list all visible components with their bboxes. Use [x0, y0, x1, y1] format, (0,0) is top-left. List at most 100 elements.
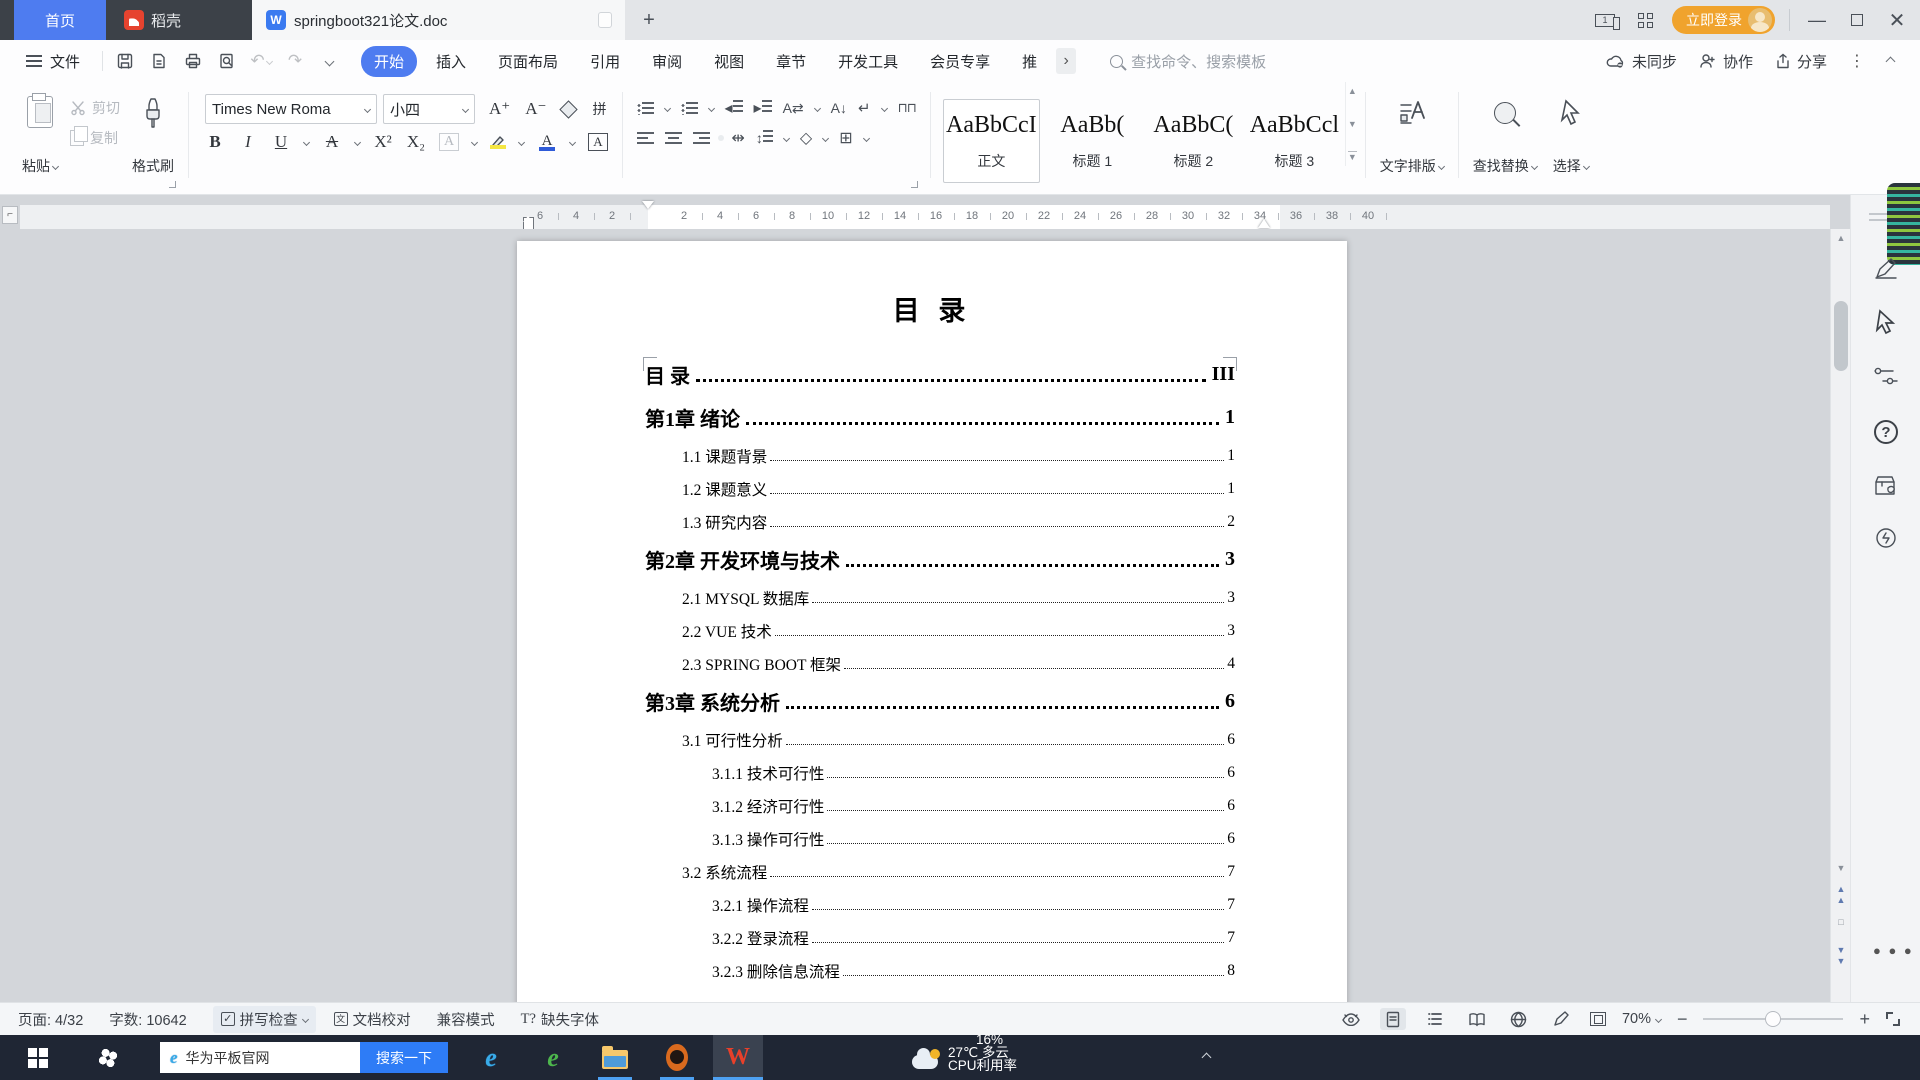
menu-tab-会员专享[interactable]: 会员专享 [917, 46, 1003, 77]
toc-entry[interactable]: 第1章 绪论1 [645, 396, 1235, 439]
find-replace-button[interactable]: 查找替换 [1465, 92, 1545, 180]
charles-app-icon[interactable] [654, 1035, 700, 1080]
strikethrough-button[interactable]: A [322, 132, 342, 152]
dialog-launcher[interactable] [911, 181, 918, 188]
pinyin-guide-icon[interactable]: 拼 [590, 99, 610, 119]
share-button[interactable]: 分享 [1775, 51, 1827, 72]
eye-protect-icon[interactable] [1338, 1008, 1364, 1030]
command-search[interactable]: 查找命令、搜索模板 [1110, 51, 1266, 72]
font-name-select[interactable]: Times New Roma [205, 94, 377, 124]
tab-home[interactable]: 首页 [14, 0, 106, 40]
highlight-color-button[interactable] [490, 135, 506, 149]
tab-stop-selector[interactable]: ⌐ [2, 206, 18, 224]
bullets-icon[interactable] [637, 102, 654, 115]
toc-entry[interactable]: 3.1 可行性分析6 [645, 723, 1235, 756]
minimize-button[interactable]: — [1804, 7, 1830, 33]
collaborate-button[interactable]: 协作 [1699, 51, 1753, 72]
more-tools-icon[interactable]: ● ● ● [1873, 943, 1914, 958]
spellcheck-toggle[interactable]: ✓ 拼写检查 [213, 1006, 316, 1033]
menu-tab-页面布局[interactable]: 页面布局 [485, 46, 571, 77]
cut-button[interactable]: 剪切 [70, 98, 120, 118]
pinwheel-app-icon[interactable] [88, 1035, 128, 1080]
close-button[interactable]: ✕ [1884, 7, 1910, 33]
missing-font-button[interactable]: T? 缺失字体 [521, 1009, 599, 1030]
search-go-button[interactable]: 搜索一下 [360, 1042, 448, 1073]
toc-entry[interactable]: 3.1.3 操作可行性6 [645, 822, 1235, 855]
toc-entry[interactable]: 1.2 课题意义1 [645, 472, 1235, 505]
web-layout-icon[interactable] [1506, 1008, 1532, 1030]
toc-entry[interactable]: 2.2 VUE 技术3 [645, 614, 1235, 647]
style-gallery-more-icon[interactable]: ▼ [1348, 151, 1357, 162]
font-color-button[interactable]: A [537, 134, 557, 151]
zoom-slider-knob[interactable] [1765, 1011, 1781, 1027]
print-preview-button[interactable] [213, 48, 241, 74]
style-标题 2[interactable]: AaBbC(标题 2 [1145, 99, 1242, 183]
increase-indent-icon[interactable]: ▸ [754, 98, 772, 118]
underline-button[interactable]: U [271, 132, 291, 152]
menu-tab-章节[interactable]: 章节 [763, 46, 819, 77]
zoom-in-icon[interactable]: + [1859, 1009, 1870, 1030]
wps-office-icon[interactable]: W [713, 1035, 763, 1080]
zoom-level-select[interactable]: 70% [1622, 1011, 1661, 1027]
horizontal-ruler[interactable]: 642246810121416182022242628303234363840 [20, 205, 1830, 229]
print-button[interactable] [179, 48, 207, 74]
style-标题 3[interactable]: AaBbCcl标题 3 [1246, 99, 1343, 183]
collapse-ribbon-icon[interactable] [1886, 56, 1896, 66]
align-center-icon[interactable] [665, 132, 682, 145]
toc-entry[interactable]: 2.1 MYSQL 数据库3 [645, 581, 1235, 614]
green-browser-icon[interactable]: e [530, 1035, 576, 1080]
bold-button[interactable]: B [205, 132, 225, 152]
select-button[interactable]: 选择 [1545, 92, 1597, 180]
decrease-font-icon[interactable]: A⁻ [525, 99, 546, 119]
toc-entry[interactable]: 第2章 开发环境与技术3 [645, 538, 1235, 581]
file-menu[interactable]: 文件 [50, 51, 80, 72]
tab-document[interactable]: W springboot321论文.doc [252, 0, 625, 40]
fit-page-icon[interactable] [1590, 1012, 1606, 1026]
scroll-up-icon[interactable]: ▲ [1831, 229, 1851, 247]
ink-edit-icon[interactable] [1548, 1008, 1574, 1030]
ink-annotate-icon[interactable] [1871, 253, 1901, 283]
toc-entry[interactable]: 1.1 课题背景1 [645, 439, 1235, 472]
font-size-select[interactable]: 小四 [383, 94, 475, 124]
start-button[interactable] [18, 1035, 58, 1080]
document-page[interactable]: 目 录 目 录III第1章 绪论11.1 课题背景11.2 课题意义11.3 研… [517, 241, 1347, 1002]
page-indicator[interactable]: 页面: 4/32 [18, 1009, 83, 1030]
toc-entry[interactable]: 2.3 SPRING BOOT 框架4 [645, 647, 1235, 680]
menu-tab-插入[interactable]: 插入 [423, 46, 479, 77]
toc-entry[interactable]: 第3章 系统分析6 [645, 680, 1235, 723]
vertical-scrollbar[interactable]: ▲ ▼ ▲▲ □ ▼▼ [1830, 229, 1850, 1002]
new-tab-button[interactable]: + [636, 8, 662, 32]
paste-button[interactable]: 粘贴 [14, 92, 66, 180]
scrollbar-thumb[interactable] [1834, 301, 1848, 371]
zoom-slider[interactable] [1703, 1018, 1843, 1020]
shading-icon[interactable]: ◇ [800, 128, 812, 148]
character-scale-icon[interactable]: A⇄ [783, 100, 804, 117]
clear-format-icon[interactable] [559, 100, 577, 118]
document-canvas[interactable]: 目 录 目 录III第1章 绪论11.1 课题背景11.2 课题意义11.3 研… [0, 229, 1850, 1002]
toc-entry[interactable]: 3.2.1 操作流程7 [645, 888, 1235, 921]
page-view-icon[interactable] [1380, 1008, 1406, 1030]
window-mode-icon[interactable]: 1 [1592, 7, 1618, 33]
style-标题 1[interactable]: AaBb(标题 1 [1044, 99, 1141, 183]
fullscreen-icon[interactable] [1886, 1012, 1900, 1026]
menu-tab-开发工具[interactable]: 开发工具 [825, 46, 911, 77]
internet-explorer-icon[interactable]: e [468, 1035, 514, 1080]
inspiration-icon[interactable] [1871, 525, 1901, 555]
document-proofread[interactable]: 文 文档校对 [334, 1009, 411, 1030]
toc-entry[interactable]: 3.2.2 登录流程7 [645, 921, 1235, 954]
align-left-icon[interactable] [637, 132, 654, 145]
menu-tab-开始[interactable]: 开始 [361, 46, 417, 77]
italic-button[interactable]: I [238, 132, 258, 152]
decrease-indent-icon[interactable]: ◂ [725, 98, 743, 118]
sort-icon[interactable]: A↓ [831, 100, 847, 116]
format-painter-button[interactable]: 格式刷 [124, 92, 182, 180]
align-justify-icon[interactable] [718, 135, 724, 141]
copy-button[interactable]: 复制 [70, 128, 120, 148]
distribute-icon[interactable]: ⇹ [732, 128, 745, 148]
more-commands-chevron[interactable] [315, 48, 343, 74]
dialog-launcher[interactable] [169, 181, 176, 188]
save-button[interactable] [111, 48, 139, 74]
zoom-out-icon[interactable]: − [1677, 1009, 1688, 1030]
toc-entry[interactable]: 3.1.1 技术可行性6 [645, 756, 1235, 789]
outline-view-icon[interactable] [1422, 1008, 1448, 1030]
